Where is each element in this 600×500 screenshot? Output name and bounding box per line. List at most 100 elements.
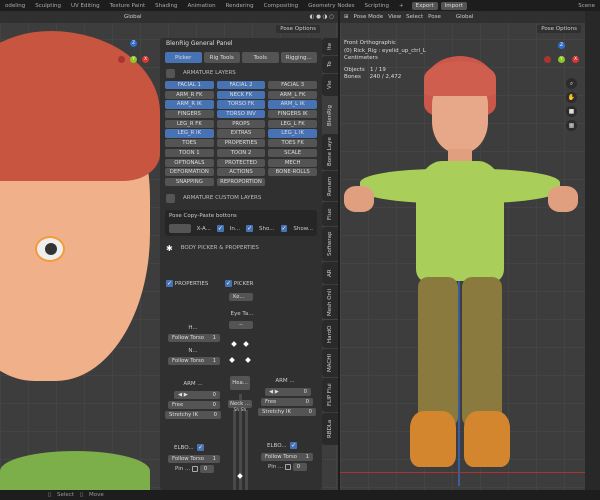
layer-button[interactable]: MECH (268, 158, 317, 167)
camera-icon[interactable]: ■ (566, 106, 577, 117)
layer-button[interactable]: TOON 2 (216, 148, 266, 157)
gizmo-x[interactable]: X (572, 56, 579, 63)
tab-picker[interactable]: Picker (165, 52, 202, 63)
editor-type-icon[interactable]: ⊞ (344, 14, 349, 20)
tab-tools[interactable]: Tools (242, 52, 279, 63)
sidebar-tab[interactable]: AR (322, 262, 338, 284)
pin-checkbox[interactable] (284, 463, 291, 470)
sidebar-tab[interactable]: Mesh Onli (322, 285, 338, 319)
gizmo-x[interactable]: X (142, 56, 149, 63)
layer-button[interactable]: PROPS (216, 119, 266, 128)
layer-button[interactable]: LEG_R IK (165, 129, 214, 138)
pose-options-dropdown[interactable]: Pose Options (276, 25, 320, 33)
picker-checkbox[interactable]: ✓ (225, 280, 232, 287)
gizmo-neg-x[interactable] (544, 56, 551, 63)
shading-buttons[interactable]: ◐ ● ◑ ○ (310, 14, 334, 20)
layer-button[interactable]: REPROPORTION (216, 177, 266, 187)
orientation-dropdown[interactable]: Global (456, 14, 474, 20)
arm-r-ik-fk[interactable]: ◀ ▶ 0 (174, 391, 220, 399)
workspace-tab[interactable]: Scripting (360, 3, 394, 9)
zoom-icon[interactable]: ⌕ (566, 78, 577, 89)
sidebar-tab[interactable]: Softwrap (322, 227, 338, 261)
show-checkbox[interactable]: ✓ (280, 225, 288, 233)
workspace-tab[interactable]: Rendering (221, 3, 259, 9)
workspace-tab[interactable]: UV Editing (66, 3, 105, 9)
sidebar-tab[interactable]: HardO (322, 320, 338, 348)
sidebar-tab[interactable]: Bone Laye (322, 134, 338, 170)
copy-paste-icon[interactable] (169, 224, 191, 234)
layer-button[interactable]: FINGERS (165, 110, 214, 119)
layer-button[interactable]: FACIAL 1 (165, 81, 214, 90)
layer-button[interactable]: ACTIONS (216, 168, 266, 177)
pin-checkbox[interactable] (191, 465, 198, 472)
sidebar-tab[interactable]: To (322, 56, 338, 73)
in-checkbox[interactable]: ✓ (216, 225, 224, 233)
picker-control[interactable] (245, 357, 251, 363)
layer-button[interactable]: FACIAL 3 (268, 81, 317, 90)
sho-checkbox[interactable]: ✓ (246, 225, 254, 233)
layer-button[interactable]: EXTRAS (216, 129, 266, 138)
pose-options-dropdown[interactable]: Pose Options (537, 25, 581, 33)
layer-button[interactable]: NECK FK (216, 90, 266, 99)
orientation-dropdown[interactable]: Global (124, 14, 142, 20)
layer-button[interactable]: TOON 1 (165, 148, 214, 157)
head-follow-torso[interactable]: Follow Torso 1 (168, 334, 220, 342)
layer-button[interactable]: LEG_R FK (165, 119, 214, 128)
elbow-l-follow-torso[interactable]: Follow Torso 1 (261, 453, 313, 461)
pan-hand-icon[interactable]: ✋ (566, 92, 577, 103)
sidebar-tab[interactable]: Ite (322, 38, 338, 55)
xa-button[interactable]: X-A... (197, 226, 211, 232)
arm-r-arrows[interactable]: ◀ ▶ (178, 392, 188, 398)
layer-button[interactable]: ARM_R IK (165, 100, 214, 109)
tab-rigging[interactable]: Rigging... (280, 52, 317, 63)
workspace-tab[interactable]: Animation (183, 3, 221, 9)
layer-button[interactable]: LEG_L IK (268, 129, 317, 138)
workspace-tab[interactable]: Sculpting (30, 3, 66, 9)
pin-value[interactable]: 0 (292, 463, 307, 471)
layer-button[interactable]: FINGERS IK (268, 110, 317, 119)
layer-button[interactable]: TOES (165, 139, 214, 148)
import-button[interactable]: Import (440, 1, 467, 10)
layer-button[interactable]: FACIAL 2 (216, 81, 266, 90)
workspace-tab[interactable]: Geometry Nodes (303, 3, 359, 9)
workspace-tab[interactable]: Texture Paint (105, 3, 151, 9)
gizmo-neg-x[interactable] (118, 56, 125, 63)
layer-button[interactable]: LEG_L FK (268, 119, 317, 128)
picker-control[interactable] (243, 341, 249, 347)
workspace-tab[interactable]: odeling (0, 3, 30, 9)
shoulder-pickers[interactable]: Sh Sh (228, 408, 252, 413)
layer-button[interactable]: SCALE (268, 148, 317, 157)
export-button[interactable]: Export (411, 1, 438, 10)
sidebar-tab[interactable]: BlenRig (322, 97, 338, 133)
picker-control[interactable] (231, 341, 237, 347)
gizmo-y[interactable]: Y (130, 56, 137, 63)
add-workspace-icon[interactable]: + (394, 3, 409, 9)
sidebar-tab[interactable]: MACHI (322, 349, 338, 377)
head-picker-button[interactable]: Hea... (230, 376, 250, 390)
right-viewport[interactable]: ⊞ Pose Mode View Select Pose Global Pose… (340, 11, 585, 490)
layer-button[interactable]: PROTECTED (216, 158, 266, 167)
picker-control[interactable] (229, 357, 235, 363)
sidebar-tab[interactable]: RBDLa (322, 413, 338, 445)
layer-button[interactable]: TOES FK (268, 139, 317, 148)
gizmo-z[interactable]: Z (558, 42, 565, 49)
scene-label[interactable]: Scene (573, 3, 600, 9)
layer-button[interactable]: BONE-ROLLS (268, 168, 317, 177)
layer-button[interactable]: TORSO INV (216, 110, 266, 119)
layer-button[interactable]: ARM_L IK (268, 100, 317, 109)
menu-view[interactable]: View (388, 14, 401, 20)
layer-button[interactable]: ARM_L FK (268, 90, 317, 99)
grid-view-icon[interactable]: ▦ (566, 120, 577, 131)
properties-checkbox[interactable]: ✓ (166, 280, 173, 287)
tab-rig-tools[interactable]: Rig Tools (203, 52, 240, 63)
elbow-l-checkbox[interactable]: ✓ (290, 442, 298, 449)
menu-pose[interactable]: Pose (428, 14, 441, 20)
layer-button[interactable]: SNAPPING (165, 177, 214, 187)
arm-l-arrows[interactable]: ◀ ▶ (269, 389, 279, 395)
arm-r-free[interactable]: Free 0 (168, 401, 220, 409)
layer-button[interactable]: OPTIONALS (165, 158, 214, 167)
neck-follow-torso[interactable]: Follow Torso 1 (168, 357, 220, 365)
arm-l-stretchy[interactable]: Stretchy IK 0 (258, 408, 316, 416)
layer-button[interactable]: PROPERTIES (216, 139, 266, 148)
gizmo-z[interactable]: Z (130, 40, 137, 47)
